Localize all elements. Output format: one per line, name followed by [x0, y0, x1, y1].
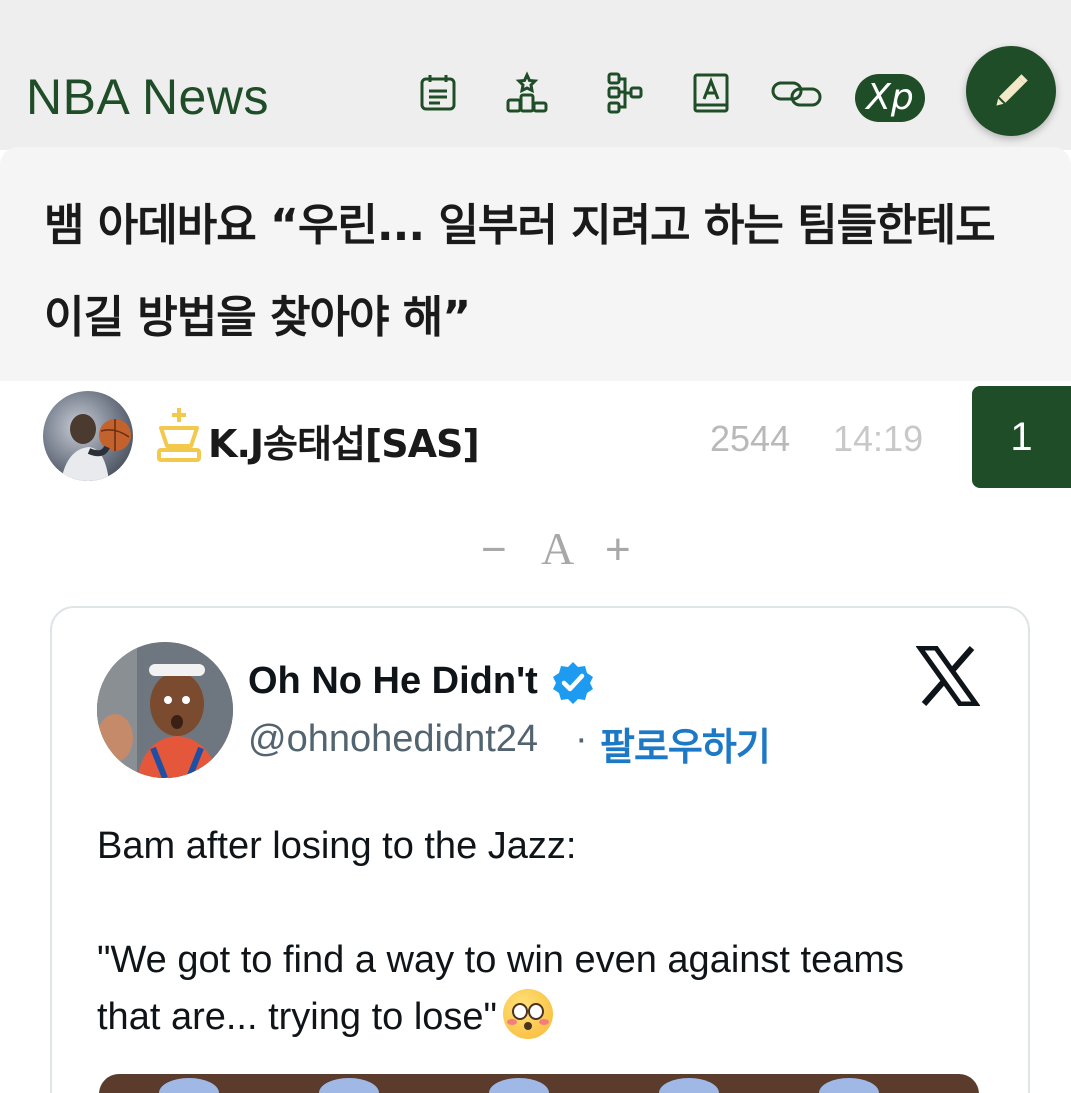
x-logo-icon[interactable]: [916, 646, 980, 706]
pencil-icon: [996, 74, 1028, 106]
article-page: NBA News Xp 뱀 아데바요 “우린... 일부러 지려고 하는 팀들한…: [0, 0, 1071, 1093]
post-time: 14:19: [833, 418, 924, 459]
verified-badge-icon: [553, 662, 593, 704]
link-icon[interactable]: [770, 70, 824, 116]
tweet-display-name[interactable]: Oh No He Didn't: [248, 660, 538, 703]
app-title[interactable]: NBA News: [26, 68, 269, 126]
ranking-icon[interactable]: [504, 70, 550, 116]
article-title: 뱀 아데바요 “우린... 일부러 지려고 하는 팀들한테도 이길 방법을 찾아…: [44, 200, 996, 343]
comment-count-button[interactable]: 1: [972, 386, 1071, 488]
view-count: 2544: [710, 418, 791, 459]
tweet-media-image[interactable]: [99, 1074, 979, 1093]
font-increase-button[interactable]: +: [605, 525, 631, 575]
tweet-separator: ·: [575, 718, 588, 760]
tweet-follow-link[interactable]: 팔로우하기: [600, 716, 771, 771]
tweet-handle[interactable]: @ohnohedidnt24: [248, 718, 538, 761]
author-name[interactable]: K.J송태섭[SAS]: [208, 413, 480, 468]
app-header: NBA News Xp: [0, 0, 1071, 150]
write-post-button[interactable]: [966, 46, 1056, 136]
font-decrease-button[interactable]: −: [481, 525, 507, 575]
calendar-icon[interactable]: [415, 70, 461, 116]
tweet-author-avatar[interactable]: [97, 642, 233, 778]
xp-badge[interactable]: Xp: [855, 74, 925, 122]
tweet-text: Bam after losing to the Jazz: "We got to…: [97, 818, 977, 1046]
rank-crown-icon: [157, 408, 201, 462]
dictionary-icon[interactable]: [688, 70, 734, 116]
author-avatar[interactable]: [43, 391, 133, 481]
flushed-face-emoji-icon: [503, 989, 554, 1039]
bracket-icon[interactable]: [602, 70, 648, 116]
font-size-indicator: A: [541, 523, 575, 574]
tweet-text-body: Bam after losing to the Jazz: "We got to…: [97, 825, 904, 1038]
